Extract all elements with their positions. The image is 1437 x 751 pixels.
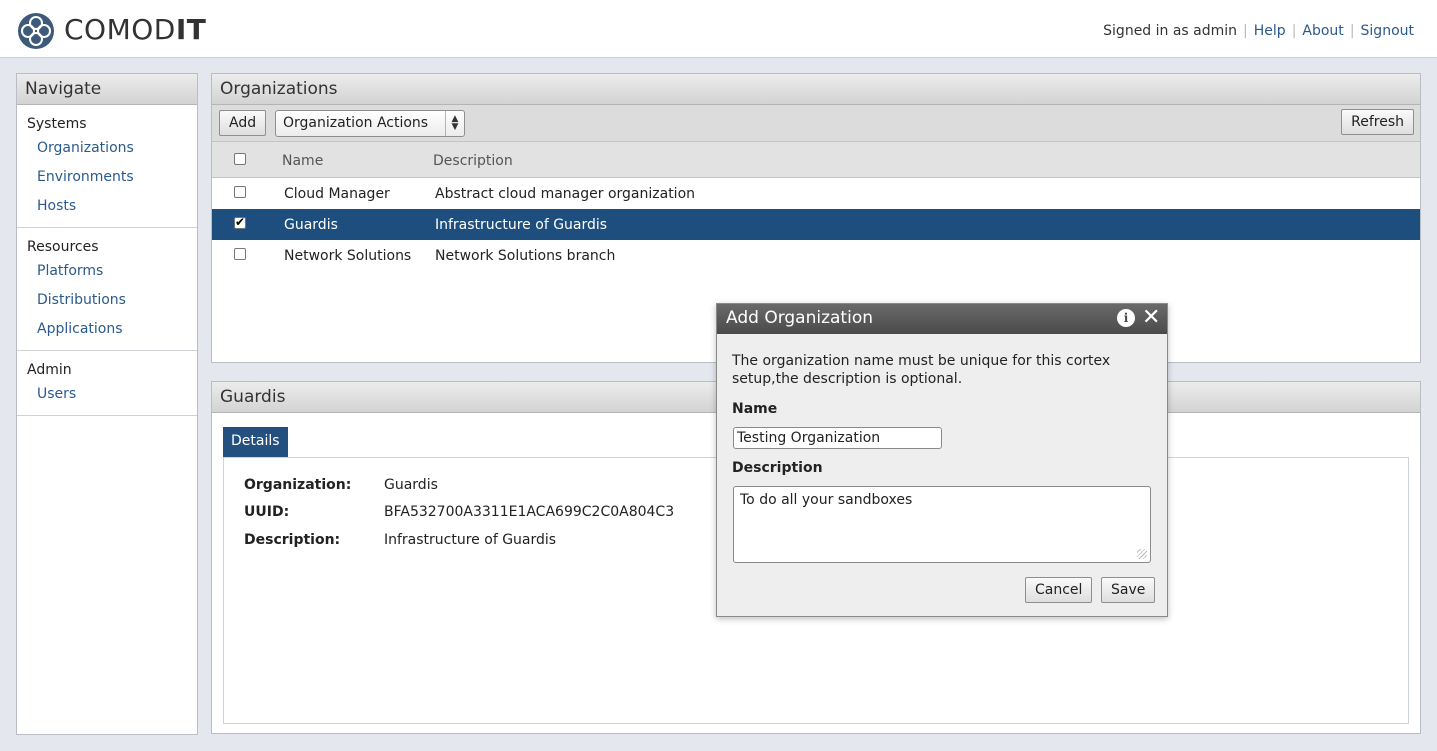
row-description: Infrastructure of Guardis bbox=[435, 217, 608, 233]
comodit-logo-icon bbox=[18, 13, 54, 49]
row-description: Network Solutions branch bbox=[435, 248, 616, 264]
close-icon[interactable]: ✕ bbox=[1142, 307, 1160, 329]
tab-details[interactable]: Details bbox=[223, 427, 288, 457]
nav-heading-systems: Systems bbox=[27, 116, 87, 132]
organizations-toolbar: Add Organization Actions ▲ ▼ Refresh bbox=[212, 105, 1420, 142]
row-name: Network Solutions bbox=[284, 248, 412, 264]
row-description: Abstract cloud manager organization bbox=[435, 186, 696, 202]
select-arrows-icon: ▲ ▼ bbox=[445, 111, 464, 136]
table-row[interactable]: Guardis Infrastructure of Guardis bbox=[212, 209, 1420, 240]
help-link[interactable]: Help bbox=[1254, 23, 1286, 39]
detail-value: BFA532700A3311E1ACA699C2C0A804C3 bbox=[384, 504, 675, 520]
logo-text: COMODIT bbox=[64, 13, 206, 46]
app-header: COMODIT Signed in as admin | Help | Abou… bbox=[0, 0, 1437, 58]
row-checkbox[interactable] bbox=[234, 186, 246, 198]
description-label: Description bbox=[732, 460, 823, 476]
table-row[interactable]: Cloud Manager Abstract cloud manager org… bbox=[212, 178, 1420, 209]
resize-grip-icon[interactable] bbox=[1137, 549, 1147, 559]
sidebar-item-environments[interactable]: Environments bbox=[27, 163, 197, 192]
sidebar-item-hosts[interactable]: Hosts bbox=[27, 192, 197, 221]
row-name: Cloud Manager bbox=[284, 186, 390, 202]
row-name: Guardis bbox=[284, 217, 338, 233]
nav-heading-resources: Resources bbox=[27, 239, 99, 255]
signed-in-text: Signed in as admin bbox=[1103, 23, 1238, 39]
description-text: To do all your sandboxes bbox=[740, 492, 913, 508]
description-field[interactable]: To do all your sandboxes bbox=[733, 486, 1151, 563]
signout-link[interactable]: Signout bbox=[1361, 23, 1414, 39]
organization-actions-select[interactable]: Organization Actions ▲ ▼ bbox=[275, 110, 465, 137]
sidebar-item-platforms[interactable]: Platforms bbox=[27, 257, 197, 286]
name-field[interactable]: Testing Organization bbox=[733, 427, 942, 449]
sidebar-item-organizations[interactable]: Organizations bbox=[27, 134, 197, 163]
detail-value: Infrastructure of Guardis bbox=[384, 532, 557, 548]
add-button[interactable]: Add bbox=[219, 110, 267, 136]
link-separator: | bbox=[1291, 23, 1297, 39]
nav-section-resources: Resources Platforms Distributions Applic… bbox=[17, 228, 197, 351]
info-icon[interactable]: i bbox=[1117, 309, 1135, 327]
refresh-button[interactable]: Refresh bbox=[1341, 109, 1414, 135]
save-button[interactable]: Save bbox=[1101, 577, 1156, 603]
sidebar-item-users[interactable]: Users bbox=[27, 380, 197, 409]
nav-section-systems: Systems Organizations Environments Hosts bbox=[17, 105, 197, 228]
logo-text-light: COMOD bbox=[64, 13, 176, 46]
column-header-name[interactable]: Name bbox=[282, 153, 323, 169]
row-checkbox[interactable] bbox=[234, 248, 246, 260]
detail-key: UUID: bbox=[244, 504, 290, 520]
link-separator: | bbox=[1349, 23, 1355, 39]
column-header-description[interactable]: Description bbox=[433, 153, 513, 169]
logo-text-bold: IT bbox=[175, 13, 207, 46]
nav-section-admin: Admin Users bbox=[17, 351, 197, 416]
row-checkbox[interactable] bbox=[234, 215, 246, 229]
organization-actions-label: Organization Actions bbox=[283, 115, 429, 131]
table-row[interactable]: Network Solutions Network Solutions bran… bbox=[212, 240, 1420, 271]
add-organization-dialog: Add Organization i ✕ The organization na… bbox=[716, 303, 1168, 617]
about-link[interactable]: About bbox=[1302, 23, 1343, 39]
dialog-title: Add Organization bbox=[717, 304, 1167, 334]
detail-key: Description: bbox=[244, 532, 341, 548]
cancel-button[interactable]: Cancel bbox=[1025, 577, 1093, 603]
navigate-panel: Navigate Systems Organizations Environme… bbox=[16, 73, 198, 735]
table-header: Name Description bbox=[212, 142, 1420, 178]
organizations-title: Organizations bbox=[212, 74, 1420, 105]
nav-heading-admin: Admin bbox=[27, 362, 72, 378]
top-links: Signed in as admin | Help | About | Sign… bbox=[1103, 23, 1414, 39]
detail-value: Guardis bbox=[384, 477, 438, 493]
detail-key: Organization: bbox=[244, 477, 352, 493]
sidebar-item-distributions[interactable]: Distributions bbox=[27, 286, 197, 315]
link-separator: | bbox=[1243, 23, 1248, 39]
select-all-checkbox[interactable] bbox=[234, 153, 246, 165]
sidebar-item-applications[interactable]: Applications bbox=[27, 315, 197, 344]
navigate-title: Navigate bbox=[17, 74, 197, 105]
dialog-message: The organization name must be unique for… bbox=[732, 353, 1111, 387]
name-label: Name bbox=[732, 401, 778, 417]
